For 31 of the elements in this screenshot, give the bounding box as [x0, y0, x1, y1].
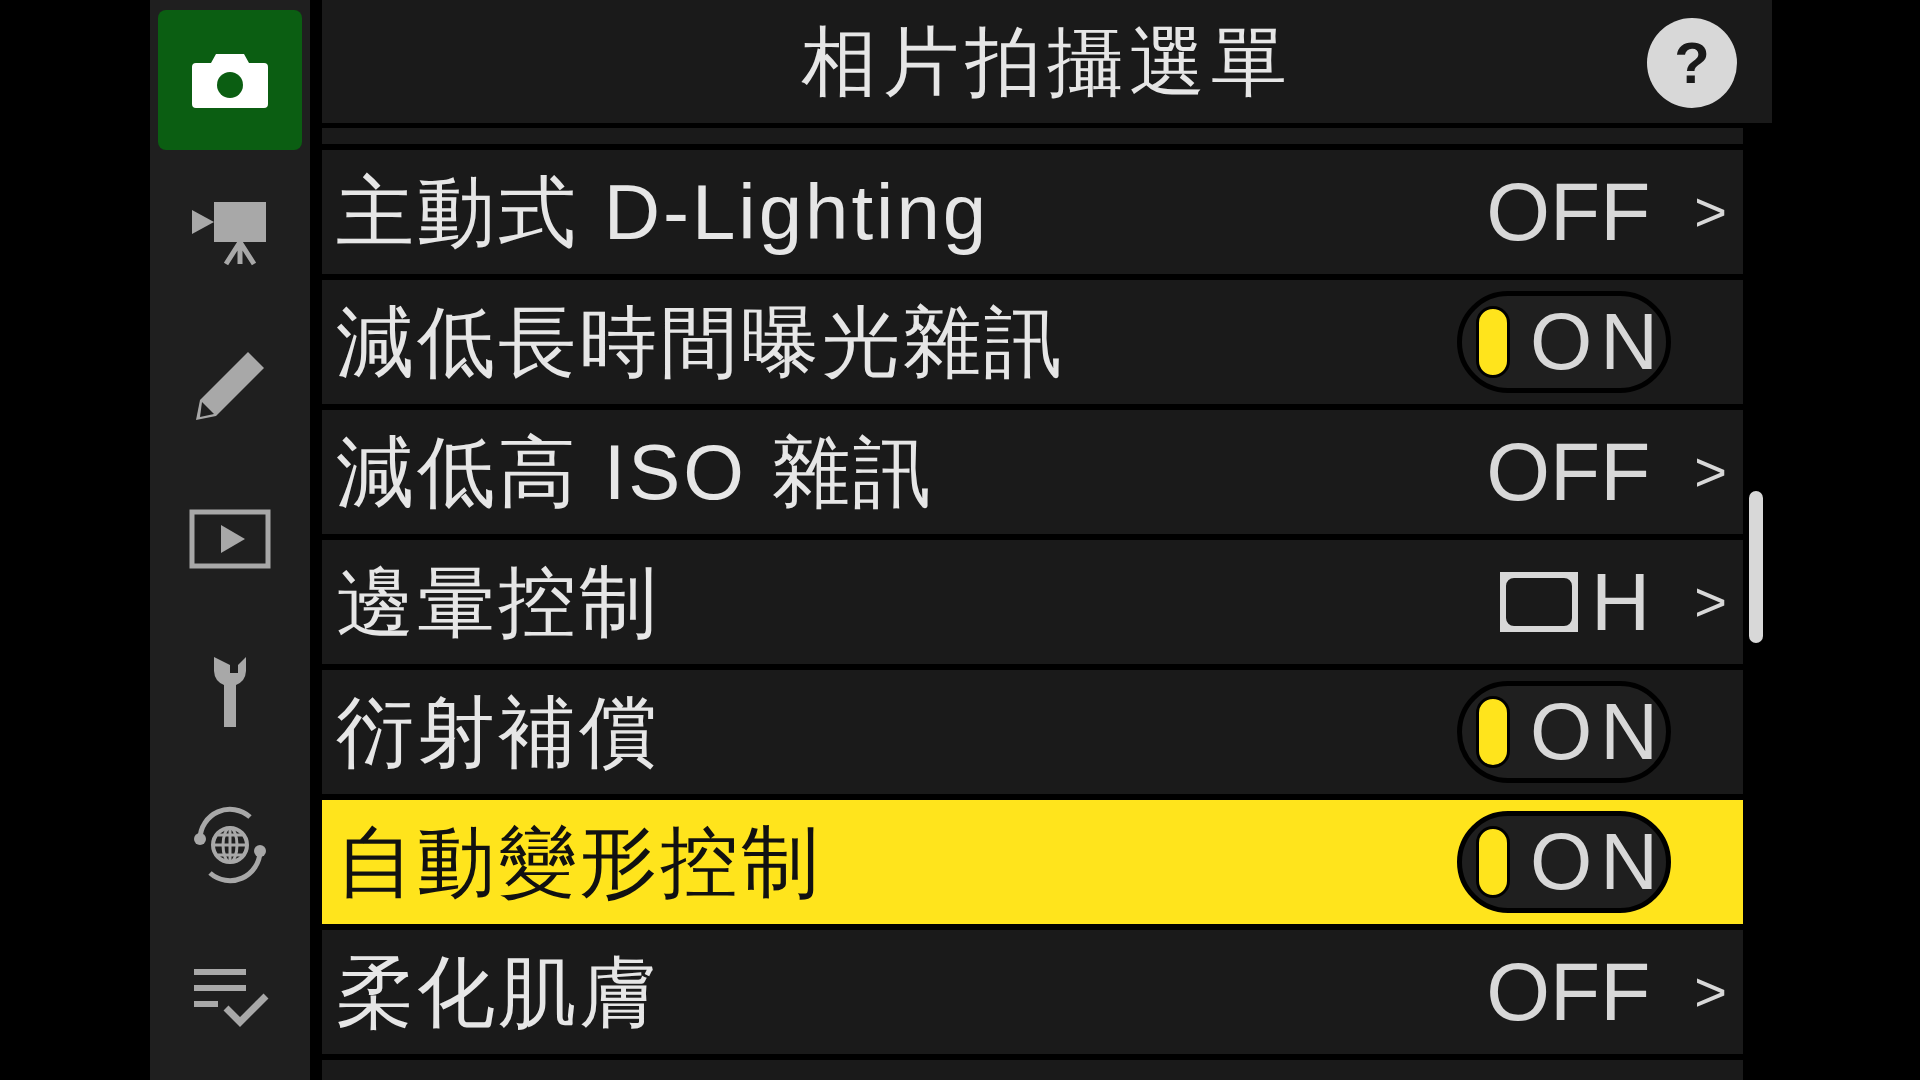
menu-label: 衍射補償	[336, 693, 660, 771]
chevron-icon: >	[1694, 184, 1727, 240]
menu-label: 自動變形控制	[336, 823, 822, 901]
toggle-switch[interactable]: ON	[1457, 681, 1671, 783]
menu-label: 減低長時間曝光雜訊	[336, 303, 1065, 381]
setting-value: H	[1591, 561, 1651, 643]
chevron-icon: >	[1694, 574, 1727, 630]
toggle-switch[interactable]: ON	[1457, 291, 1671, 393]
menu-row[interactable]: 自動變形控制 ON	[322, 800, 1743, 924]
chevron-icon: >	[1694, 444, 1727, 500]
menu-row[interactable]: 柔化肌膚 OFF >	[322, 930, 1743, 1054]
playback-icon	[189, 509, 271, 569]
toggle-switch[interactable]: ON	[1457, 811, 1671, 913]
menu-row[interactable]: 減低長時間曝光雜訊 ON	[322, 280, 1743, 404]
chevron-icon: >	[1694, 964, 1727, 1020]
menu-row[interactable]: 主動式 D-Lighting OFF >	[322, 150, 1743, 274]
setting-value: OFF	[1486, 171, 1651, 253]
menu-tab[interactable]	[158, 10, 302, 150]
menu-label: 柔化肌膚	[336, 953, 660, 1031]
toggle-value: ON	[1530, 302, 1666, 382]
menu-row[interactable]: 減低高 ISO 雜訊 OFF >	[322, 410, 1743, 534]
menu-title: 相片拍攝選單	[801, 23, 1293, 100]
setting-value: OFF	[1486, 431, 1651, 513]
toggle-value: ON	[1530, 692, 1666, 772]
menu-row[interactable]: 衍射補償 ON	[322, 670, 1743, 794]
toggle-value: ON	[1530, 822, 1666, 902]
menu-label: 減低高 ISO 雜訊	[336, 433, 934, 511]
menu-row[interactable]: 邊暈控制 H >	[322, 540, 1743, 664]
menu-label: 邊暈控制	[336, 563, 660, 641]
help-button[interactable]: ?	[1647, 18, 1737, 108]
setting-value: OFF	[1486, 951, 1651, 1033]
